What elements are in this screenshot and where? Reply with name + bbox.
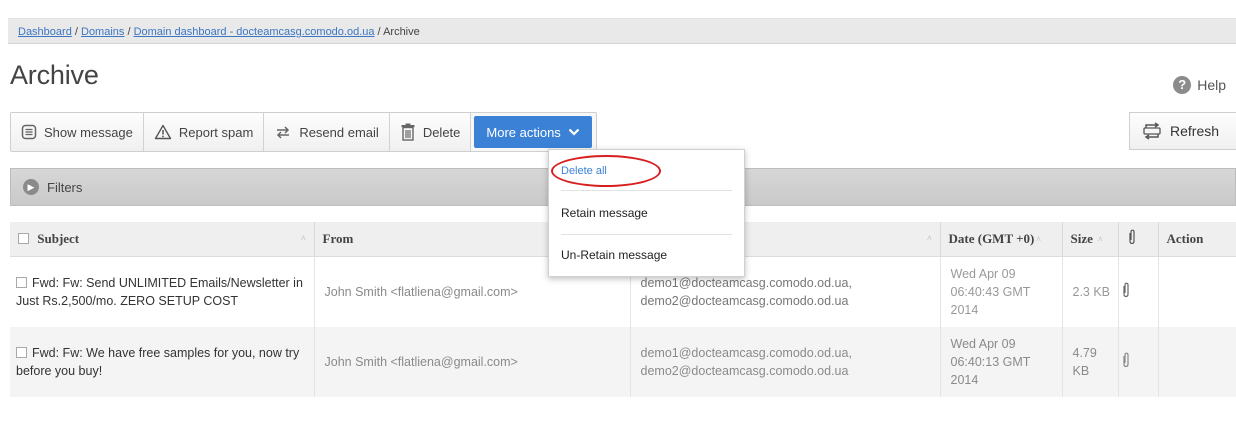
more-actions-label: More actions — [486, 124, 561, 140]
action-toolbar: Show message Report spam Resend email De… — [10, 112, 597, 152]
breadcrumb: Dashboard / Domains / Domain dashboard -… — [8, 18, 1236, 44]
paperclip-icon — [1122, 282, 1129, 297]
column-header-subject-label: Subject — [37, 231, 80, 246]
resend-icon — [277, 126, 290, 139]
message-icon — [21, 124, 37, 140]
sort-arrow-icon: ^ — [927, 234, 932, 244]
filters-label: Filters — [47, 179, 83, 195]
menu-item-retain-message[interactable]: Retain message — [561, 206, 648, 220]
paperclip-icon — [1122, 352, 1129, 367]
subject-text: Fwd: Fw: Send UNLIMITED Emails/Newslette… — [16, 276, 303, 308]
cell-from: John Smith <flatliena@gmail.com> — [314, 327, 631, 397]
column-header-date[interactable]: Date (GMT +0) ^ — [940, 222, 1063, 257]
menu-divider — [561, 234, 732, 235]
cell-subject: Fwd: Fw: Send UNLIMITED Emails/Newslette… — [10, 256, 315, 327]
breadcrumb-separator: / — [71, 26, 81, 38]
cell-action[interactable] — [1158, 327, 1236, 397]
help-icon: ? — [1173, 76, 1192, 94]
menu-divider — [561, 190, 732, 191]
help-link[interactable]: ? Help — [1173, 76, 1226, 94]
column-header-date-label: Date (GMT +0) — [948, 231, 1035, 246]
report-spam-button[interactable]: Report spam — [143, 113, 265, 151]
column-header-action-label: Action — [1166, 231, 1204, 246]
cell-size: 4.79 KB — [1062, 327, 1119, 397]
cell-date: Wed Apr 09 06:40:13 GMT 2014 — [940, 327, 1063, 397]
show-message-label: Show message — [44, 124, 133, 140]
select-all-checkbox[interactable] — [18, 233, 29, 244]
delete-label: Delete — [422, 124, 461, 140]
cell-date: Wed Apr 09 06:40:43 GMT 2014 — [940, 256, 1063, 327]
delete-button[interactable]: Delete — [389, 113, 472, 151]
cell-subject: Fwd: Fw: We have free samples for you, n… — [10, 327, 315, 397]
cell-attachment[interactable] — [1118, 327, 1159, 397]
column-header-from-label: From — [322, 231, 354, 246]
table-row[interactable]: Fwd: Fw: We have free samples for you, n… — [10, 327, 1236, 397]
menu-item-unretain-message[interactable]: Un-Retain message — [561, 248, 667, 262]
paperclip-icon — [1128, 229, 1135, 245]
column-header-action: Action — [1158, 222, 1236, 257]
show-message-button[interactable]: Show message — [11, 113, 144, 151]
expand-arrow-icon: ▶ — [23, 179, 39, 195]
resend-email-label: Resend email — [299, 124, 379, 140]
column-header-subject[interactable]: Subject ^ — [10, 222, 315, 257]
warning-icon — [154, 124, 172, 140]
sort-arrow-icon: ^ — [1036, 235, 1041, 245]
breadcrumb-link-domains[interactable]: Domains — [81, 26, 124, 38]
refresh-button[interactable]: Refresh — [1129, 112, 1236, 150]
more-actions-button[interactable]: More actions — [474, 116, 592, 148]
help-label: Help — [1197, 77, 1226, 93]
subject-text: Fwd: Fw: We have free samples for you, n… — [16, 346, 300, 378]
breadcrumb-link-domain-dashboard[interactable]: Domain dashboard - docteamcasg.comodo.od… — [134, 26, 375, 38]
highlight-annotation — [551, 155, 661, 187]
cell-to: demo1@docteamcasg.comodo.od.ua, demo2@do… — [630, 327, 941, 397]
breadcrumb-separator: / — [374, 26, 384, 38]
sort-arrow-icon: ^ — [1098, 235, 1103, 245]
cell-attachment[interactable] — [1118, 256, 1159, 327]
cell-action[interactable] — [1158, 256, 1236, 327]
refresh-icon — [1143, 122, 1161, 140]
sort-arrow-icon: ^ — [301, 234, 306, 244]
report-spam-label: Report spam — [178, 124, 254, 140]
column-header-size[interactable]: Size ^ — [1062, 222, 1119, 257]
row-checkbox[interactable] — [16, 347, 27, 358]
breadcrumb-link-dashboard[interactable]: Dashboard — [18, 26, 72, 38]
cell-size: 2.3 KB — [1062, 256, 1119, 327]
refresh-label: Refresh — [1170, 123, 1220, 139]
row-checkbox[interactable] — [16, 277, 27, 288]
page-title: Archive — [10, 60, 99, 90]
column-header-attachment[interactable] — [1118, 222, 1159, 257]
resend-email-button[interactable]: Resend email — [264, 113, 390, 151]
trash-icon — [401, 123, 415, 141]
column-header-size-label: Size — [1070, 231, 1093, 246]
chevron-down-icon — [568, 128, 580, 136]
breadcrumb-current: Archive — [383, 26, 420, 38]
breadcrumb-separator: / — [124, 26, 134, 38]
